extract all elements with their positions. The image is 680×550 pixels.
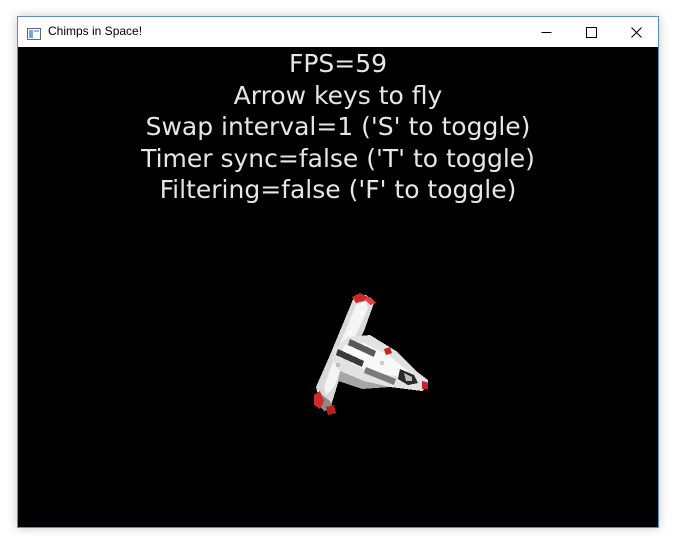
- window-title: Chimps in Space!: [48, 24, 143, 38]
- maximize-icon: [586, 27, 597, 38]
- close-icon: [631, 27, 642, 38]
- swap-interval-status: Swap interval=1 ('S' to toggle): [145, 112, 531, 141]
- title-bar[interactable]: Chimps in Space!: [18, 17, 658, 47]
- app-icon: [27, 25, 41, 40]
- fps-counter: FPS=59: [288, 49, 388, 78]
- game-window: Chimps in Space! FPS=59 Arrow keys to fl…: [17, 16, 659, 528]
- controls-hint: Arrow keys to fly: [233, 80, 443, 110]
- maximize-button[interactable]: [569, 17, 614, 47]
- hud-text: FPS=59 Arrow keys to fly Swap interval=1…: [18, 47, 658, 206]
- timer-sync-status: Timer sync=false ('T' to toggle): [141, 143, 535, 173]
- minimize-button[interactable]: [524, 17, 569, 47]
- minimize-icon: [541, 32, 552, 33]
- game-canvas[interactable]: FPS=59 Arrow keys to fly Swap interval=1…: [18, 47, 658, 527]
- filtering-status: Filtering=false ('F' to toggle): [159, 175, 517, 204]
- spaceship-sprite: [314, 293, 428, 415]
- close-button[interactable]: [614, 17, 659, 47]
